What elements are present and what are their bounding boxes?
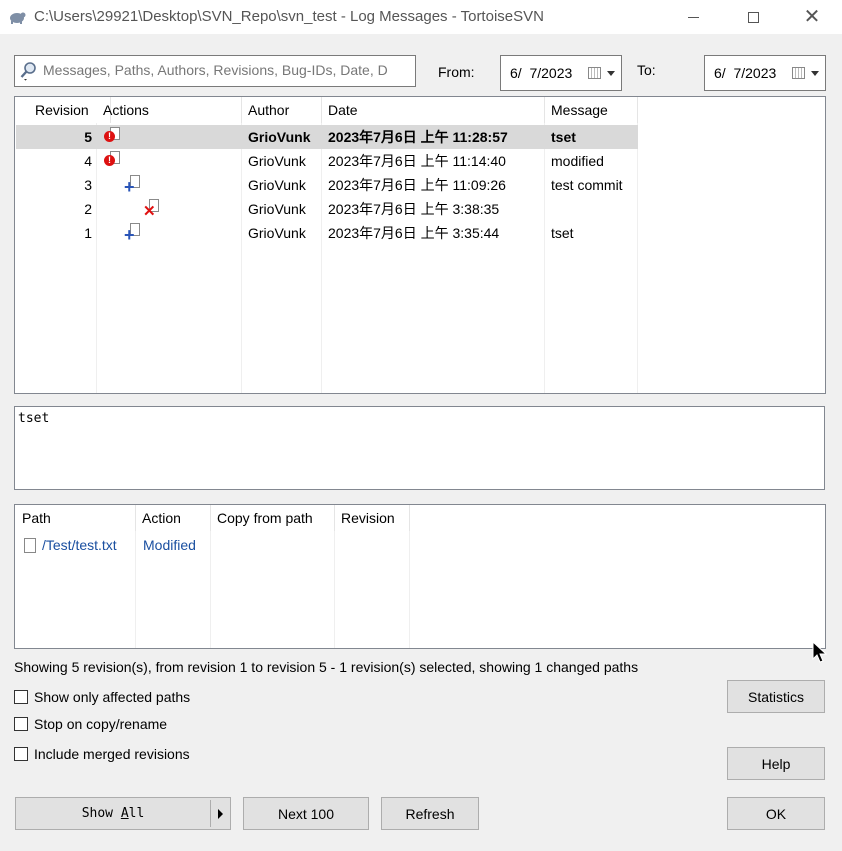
stop-on-copy-option[interactable]: Stop on copy/rename xyxy=(14,716,167,732)
calendar-icon[interactable] xyxy=(588,67,601,79)
modified-icon: ! xyxy=(104,125,126,145)
revision-message: modified xyxy=(551,153,604,169)
mouse-cursor-icon xyxy=(812,641,828,663)
calendar-icon[interactable] xyxy=(792,67,805,79)
revision-author: GrioVunk xyxy=(248,153,306,169)
log-message-text: tset xyxy=(18,411,50,426)
column-header-path[interactable]: Path xyxy=(16,505,136,531)
minimize-icon xyxy=(687,16,699,18)
show-only-affected-checkbox[interactable] xyxy=(14,690,28,704)
show-all-label: Show All xyxy=(81,806,145,821)
search-icon[interactable] xyxy=(19,61,39,81)
column-header-copy-from[interactable]: Copy from path xyxy=(211,505,335,531)
to-date-value: 6/ 7/2023 xyxy=(714,65,777,81)
revision-row[interactable]: 3 + GrioVunk 2023年7月6日 上午 11:09:26 test comm… xyxy=(16,173,638,197)
revision-row[interactable]: 1 + GrioVunk 2023年7月6日 上午 3:35:44 tset xyxy=(16,221,638,245)
show-only-affected-option[interactable]: Show only affected paths xyxy=(14,689,190,705)
log-message-box[interactable]: tset xyxy=(14,406,825,490)
path-value[interactable]: /Test/test.txt xyxy=(42,533,117,557)
revision-date: 2023年7月6日 上午 11:14:40 xyxy=(328,153,506,169)
statistics-button[interactable]: Statistics xyxy=(727,680,825,713)
column-header-message[interactable]: Message xyxy=(545,97,638,123)
include-merged-option[interactable]: Include merged revisions xyxy=(14,746,190,762)
show-only-affected-label: Show only affected paths xyxy=(34,689,191,705)
search-box[interactable] xyxy=(14,55,416,87)
help-button[interactable]: Help xyxy=(727,747,825,780)
revision-author: GrioVunk xyxy=(248,177,306,193)
added-icon: + xyxy=(124,221,146,244)
next-100-button[interactable]: Next 100 xyxy=(243,797,369,830)
maximize-icon xyxy=(747,11,759,23)
file-icon xyxy=(24,538,36,553)
revision-message: test commit xyxy=(551,177,623,193)
revision-date: 2023年7月6日 上午 11:09:26 xyxy=(328,177,506,193)
revision-date: 2023年7月6日 上午 11:28:57 xyxy=(328,129,508,145)
from-label: From: xyxy=(438,64,475,80)
revision-date: 2023年7月6日 上午 3:38:35 xyxy=(328,201,500,217)
include-merged-checkbox[interactable] xyxy=(14,747,28,761)
window-title: C:\Users\29921\Desktop\SVN_Repo\svn_test… xyxy=(34,8,544,25)
refresh-button[interactable]: Refresh xyxy=(381,797,479,830)
added-icon: + xyxy=(124,173,146,196)
revision-message: tset xyxy=(551,225,574,241)
changed-paths-list[interactable]: Path Action Copy from path Revision /Tes… xyxy=(14,504,826,649)
revision-row[interactable]: 2 ✕ GrioVunk 2023年7月6日 上午 3:38:35 xyxy=(16,197,638,221)
to-label: To: xyxy=(637,62,656,78)
ok-button[interactable]: OK xyxy=(727,797,825,830)
deleted-icon: ✕ xyxy=(143,197,165,219)
include-merged-label: Include merged revisions xyxy=(34,746,190,762)
to-date-picker[interactable]: 6/ 7/2023 xyxy=(704,55,826,91)
revision-list[interactable]: Revision Actions Author Date Message 5! G… xyxy=(14,96,826,394)
revision-author: GrioVunk xyxy=(248,225,306,241)
revision-message: tset xyxy=(551,129,576,145)
from-date-value: 6/ 7/2023 xyxy=(510,65,573,81)
path-action: Modified xyxy=(143,537,196,553)
close-button[interactable]: ✕ xyxy=(789,0,835,34)
column-header-action[interactable]: Action xyxy=(136,505,211,531)
chevron-right-icon xyxy=(218,808,223,819)
column-header-date[interactable]: Date xyxy=(322,97,545,123)
revision-row[interactable]: 4! GrioVunk 2023年7月6日 上午 11:14:40 modified xyxy=(16,149,638,173)
revision-row[interactable]: 5! GrioVunk 2023年7月6日 上午 11:28:57 tset xyxy=(16,125,638,149)
revision-author: GrioVunk xyxy=(248,129,311,145)
stop-on-copy-checkbox[interactable] xyxy=(14,717,28,731)
revision-number: 1 xyxy=(84,225,92,241)
revision-number: 2 xyxy=(84,201,92,217)
path-row[interactable]: /Test/test.txt Modified xyxy=(16,533,411,557)
column-header-actions[interactable]: Actions xyxy=(97,97,242,123)
revision-number: 5 xyxy=(84,129,92,145)
tortoise-app-icon xyxy=(10,12,26,24)
revision-number: 4 xyxy=(84,153,92,169)
maximize-button[interactable] xyxy=(730,0,776,34)
search-input[interactable] xyxy=(43,62,409,78)
chevron-down-icon[interactable] xyxy=(811,71,819,76)
chevron-down-icon[interactable] xyxy=(607,71,615,76)
column-header-author[interactable]: Author xyxy=(242,97,322,123)
from-date-picker[interactable]: 6/ 7/2023 xyxy=(500,55,622,91)
stop-on-copy-label: Stop on copy/rename xyxy=(34,716,168,732)
revision-author: GrioVunk xyxy=(248,201,306,217)
revision-date: 2023年7月6日 上午 3:35:44 xyxy=(328,225,500,241)
status-text: Showing 5 revision(s), from revision 1 t… xyxy=(14,659,639,675)
column-header-path-revision[interactable]: Revision xyxy=(335,505,410,531)
show-all-button[interactable]: Show All xyxy=(16,806,210,821)
show-all-dropdown-arrow[interactable] xyxy=(211,808,230,819)
modified-icon: ! xyxy=(104,149,126,169)
revision-number: 3 xyxy=(84,177,92,193)
close-icon: ✕ xyxy=(803,6,821,28)
minimize-button[interactable] xyxy=(670,0,716,34)
title-bar: C:\Users\29921\Desktop\SVN_Repo\svn_test… xyxy=(0,0,842,34)
show-all-split-button[interactable]: Show All xyxy=(15,797,231,830)
